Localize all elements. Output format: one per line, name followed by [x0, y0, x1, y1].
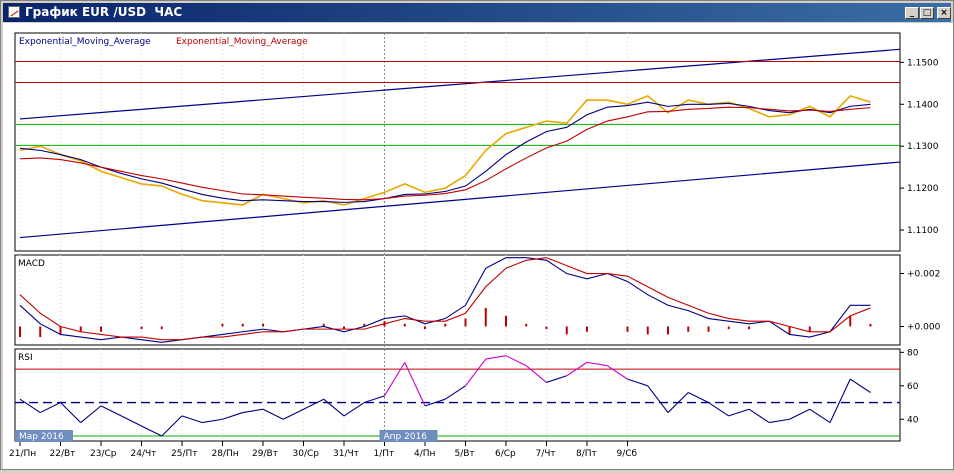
- price-ytick-label: 1.1500: [907, 58, 939, 68]
- time-tick-label: 5/Вт: [455, 449, 475, 459]
- close-button[interactable]: ×: [937, 7, 951, 19]
- time-tick-label: 9/Сб: [617, 449, 638, 459]
- macd-pane-frame: [14, 254, 901, 346]
- chart-app-icon: [8, 6, 20, 18]
- chart-canvas[interactable]: Exponential_Moving_Average Exponential_Mo…: [3, 23, 953, 469]
- chart-area[interactable]: Exponential_Moving_Average Exponential_Mo…: [3, 23, 953, 469]
- window-title: График EUR /USD ЧАС: [25, 5, 183, 19]
- price-ytick-label: 1.1400: [907, 100, 939, 110]
- legend-ema-2: Exponential_Moving_Average: [176, 37, 308, 47]
- price-ytick-label: 1.1200: [907, 184, 939, 194]
- month-label-box: Мар 2016: [15, 430, 73, 442]
- time-tick-label: 8/Пт: [576, 449, 597, 459]
- maximize-button[interactable]: □: [920, 7, 934, 19]
- time-tick-label: 23/Ср: [90, 449, 117, 459]
- rsi-title: RSI: [18, 353, 33, 363]
- time-tick-label: 31/Чт: [333, 449, 359, 459]
- chart-window: График EUR /USD ЧАС _ □ × Exponential_Mo…: [0, 0, 954, 470]
- month-label: Апр 2016: [384, 432, 428, 442]
- rsi-ytick-label: 80: [907, 348, 919, 358]
- time-tick-label: 25/Пт: [171, 449, 198, 459]
- time-tick-label: 24/Чт: [131, 449, 157, 459]
- time-tick-label: 6/Ср: [495, 449, 516, 459]
- rsi-ytick-label: 40: [907, 415, 919, 425]
- time-tick-label: 7/Чт: [536, 449, 556, 459]
- time-tick-label: 29/Вт: [252, 449, 278, 459]
- time-tick-label: 30/Ср: [293, 449, 320, 459]
- minimize-button[interactable]: _: [905, 7, 919, 19]
- time-tick-label: 28/Пн: [212, 449, 239, 459]
- price-ytick-label: 1.1100: [907, 226, 939, 236]
- month-label: Мар 2016: [19, 432, 64, 442]
- price-pane-frame: [14, 32, 901, 252]
- rsi-pane-frame: [14, 348, 901, 442]
- macd-ytick-label: +0.002: [907, 270, 940, 280]
- time-tick-label: 21/Пн: [9, 449, 36, 459]
- month-label-box: Апр 2016: [379, 430, 438, 442]
- price-ytick-label: 1.1300: [907, 142, 939, 152]
- rsi-ytick-label: 60: [907, 382, 919, 392]
- time-tick-label: 1/Пт: [374, 449, 395, 459]
- time-tick-label: 4/Пн: [414, 449, 436, 459]
- macd-title: MACD: [18, 259, 45, 269]
- title-bar[interactable]: График EUR /USD ЧАС _ □ ×: [3, 3, 951, 22]
- macd-ytick-label: +0.000: [907, 322, 941, 332]
- legend-ema-1: Exponential_Moving_Average: [19, 37, 151, 47]
- time-tick-label: 22/Вт: [50, 449, 76, 459]
